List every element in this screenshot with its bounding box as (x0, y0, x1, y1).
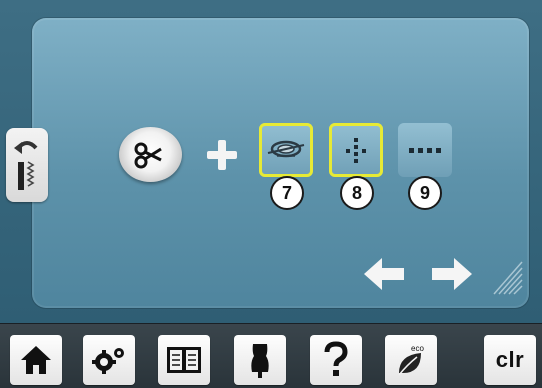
arrow-left-icon (364, 258, 404, 290)
resize-grip-icon (488, 256, 524, 296)
setup-button[interactable] (83, 335, 135, 385)
svg-text:eco: eco (411, 344, 424, 353)
tutorial-button[interactable] (158, 335, 210, 385)
dotted-line-button[interactable] (398, 123, 452, 177)
arrow-right-button[interactable] (430, 252, 474, 296)
plus-icon (207, 140, 237, 170)
arrow-right-icon (432, 258, 472, 290)
eco-leaf-icon: eco (398, 344, 424, 376)
clear-button-label: clr (495, 347, 525, 372)
needle-position-icon (346, 138, 366, 163)
dotted-line-icon (409, 148, 441, 153)
book-icon (167, 347, 201, 373)
thread-cutter-icon (267, 140, 305, 158)
needle-position-button[interactable] (329, 123, 383, 177)
consultant-button[interactable] (234, 335, 286, 385)
question-mark-icon (324, 341, 348, 376)
button-number-7: 7 (270, 176, 304, 210)
help-button[interactable] (310, 335, 362, 385)
thread-cutter-button[interactable] (259, 123, 313, 177)
scissors-icon (134, 142, 162, 169)
dress-form-icon (251, 344, 269, 378)
button-number-8: 8 (340, 176, 374, 210)
gears-icon (92, 348, 124, 374)
back-tab-button[interactable] (6, 128, 48, 202)
scissors-button[interactable] (119, 127, 182, 182)
clear-button[interactable]: clr (484, 335, 536, 385)
button-number-9: 9 (408, 176, 442, 210)
return-arrow-icon (14, 141, 38, 190)
home-button[interactable] (10, 335, 62, 385)
eco-button[interactable]: eco (385, 335, 437, 385)
arrow-left-button[interactable] (362, 252, 406, 296)
home-icon (21, 346, 51, 374)
